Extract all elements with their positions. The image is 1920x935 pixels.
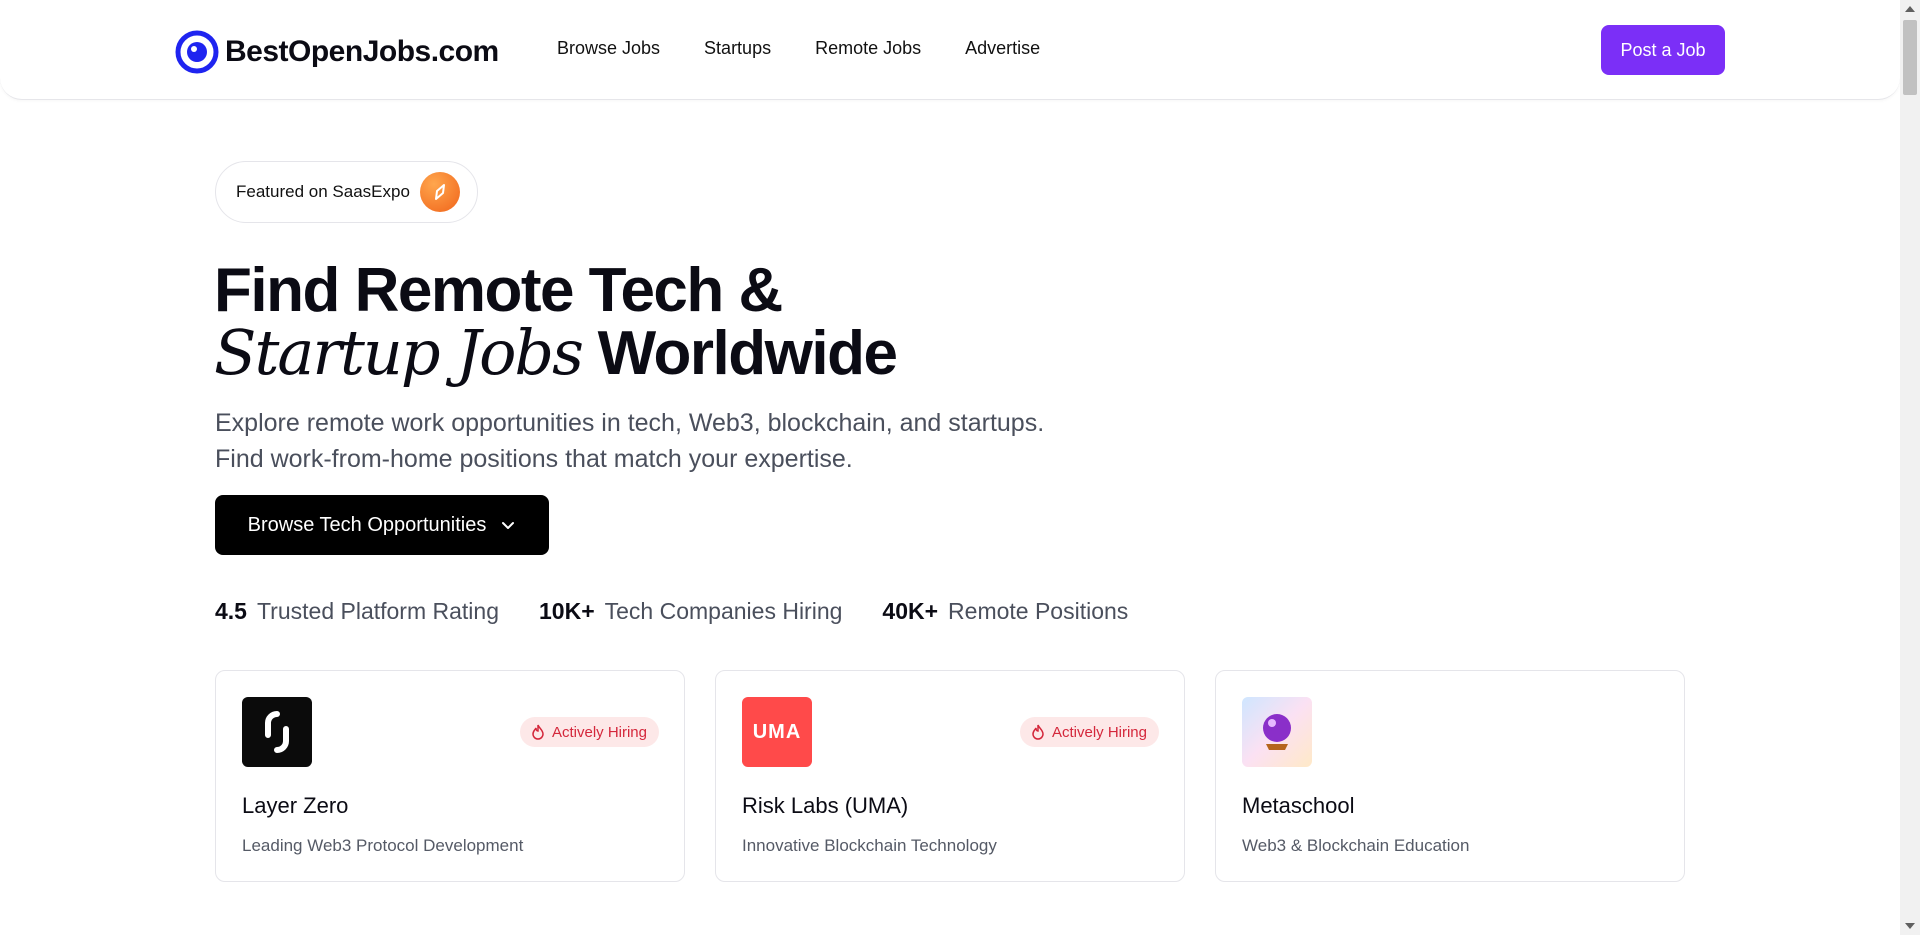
badge-label: Actively Hiring	[1051, 723, 1147, 741]
hero-subtitle-line1: Explore remote work opportunities in tec…	[215, 409, 1045, 437]
crystal-ball-logo-icon	[1242, 697, 1312, 767]
nav-startups[interactable]: Startups	[704, 38, 771, 59]
stat-label: Trusted Platform Rating	[256, 598, 500, 624]
nav-browse-jobs[interactable]: Browse Jobs	[557, 38, 660, 59]
featured-badge[interactable]: Featured on SaasExpo	[215, 161, 478, 223]
company-name: Risk Labs (UMA)	[742, 793, 909, 818]
stat-positions: 40K+ Remote Positions	[882, 598, 1128, 625]
uma-logo-text: UMA	[752, 720, 802, 743]
scroll-thumb[interactable]	[1903, 20, 1917, 95]
company-name: Metaschool	[1242, 793, 1355, 818]
stats-row: 4.5 Trusted Platform Rating 10K+ Tech Co…	[215, 598, 1128, 625]
compass-icon	[419, 172, 460, 212]
actively-hiring-badge: Actively Hiring	[519, 717, 659, 747]
company-description: Innovative Blockchain Technology	[742, 836, 997, 855]
brand-logo[interactable]: BestOpenJobs.com	[175, 30, 499, 74]
post-job-button[interactable]: Post a Job	[1601, 25, 1725, 75]
hero-title-line2: Worldwide	[581, 319, 898, 388]
flame-icon	[532, 724, 544, 740]
browse-button-label: Browse Tech Opportunities	[247, 513, 487, 536]
hero-title-line1: Find Remote Tech &	[214, 256, 783, 325]
nav-remote-jobs[interactable]: Remote Jobs	[815, 38, 921, 59]
stat-label: Remote Positions	[948, 598, 1129, 624]
company-name: Layer Zero	[242, 793, 349, 818]
vertical-scrollbar[interactable]	[1900, 0, 1920, 935]
hero-title: Find Remote Tech & Startup Jobs Worldwid…	[214, 260, 898, 388]
layer-zero-logo-icon	[242, 697, 312, 767]
stat-value: 40K+	[882, 598, 939, 624]
company-card-risk-labs[interactable]: UMA Actively Hiring Risk Labs (UMA) Inno…	[715, 670, 1185, 882]
hero-subtitle: Explore remote work opportunities in tec…	[215, 405, 1115, 477]
stat-rating: 4.5 Trusted Platform Rating	[215, 598, 499, 625]
company-description: Web3 & Blockchain Education	[1242, 836, 1470, 855]
company-description: Leading Web3 Protocol Development	[242, 836, 524, 855]
uma-logo-icon: UMA	[742, 697, 812, 767]
page: BestOpenJobs.com Browse Jobs Startups Re…	[0, 0, 1920, 935]
eye-logo-icon	[175, 30, 219, 74]
browse-opportunities-button[interactable]: Browse Tech Opportunities	[215, 495, 549, 555]
site-header: BestOpenJobs.com Browse Jobs Startups Re…	[0, 0, 1900, 100]
hero-title-italic: Startup Jobs	[214, 316, 584, 389]
main-nav: Browse Jobs Startups Remote Jobs Adverti…	[557, 38, 1040, 59]
chevron-down-icon	[502, 522, 515, 529]
badge-label: Actively Hiring	[551, 723, 647, 741]
scroll-up-arrow-icon[interactable]	[1905, 6, 1915, 12]
flame-icon	[1032, 724, 1044, 740]
company-card-layer-zero[interactable]: Actively Hiring Layer Zero Leading Web3 …	[215, 670, 685, 882]
actively-hiring-badge: Actively Hiring	[1019, 717, 1159, 747]
featured-label: Featured on SaasExpo	[236, 182, 410, 201]
hero-subtitle-line2: Find work-from-home positions that match…	[215, 445, 853, 473]
stat-value: 10K+	[539, 598, 595, 624]
stat-companies: 10K+ Tech Companies Hiring	[539, 598, 842, 625]
brand-name: BestOpenJobs.com	[225, 35, 499, 68]
company-card-metaschool[interactable]: Metaschool Web3 & Blockchain Education	[1215, 670, 1685, 882]
scroll-down-arrow-icon[interactable]	[1905, 923, 1915, 929]
stat-label: Tech Companies Hiring	[604, 598, 843, 624]
stat-value: 4.5	[215, 598, 247, 624]
nav-advertise[interactable]: Advertise	[965, 38, 1040, 59]
